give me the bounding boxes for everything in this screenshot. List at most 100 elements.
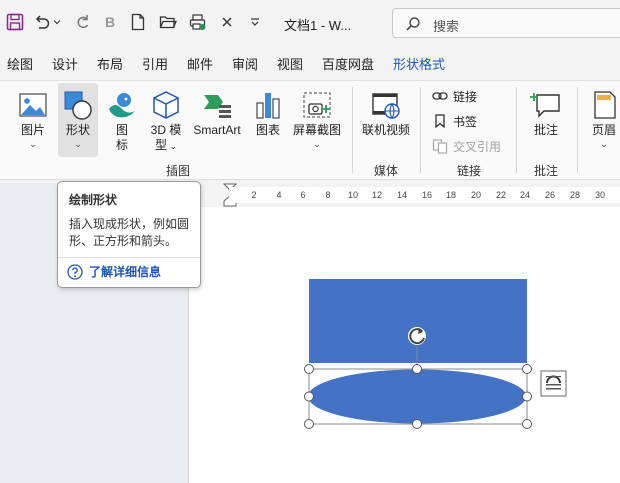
3d-models-button[interactable]: 3D 模型 ⌄ xyxy=(144,83,188,157)
ruler-number: 22 xyxy=(495,190,507,200)
tab-draw[interactable]: 绘图 xyxy=(7,54,33,73)
tab-mailings[interactable]: 邮件 xyxy=(187,54,213,73)
tab-references[interactable]: 引用 xyxy=(142,54,168,73)
tooltip-description: 插入现成形状，例如圆形、正方形和箭头。 xyxy=(69,217,190,248)
tooltip-divider xyxy=(58,257,200,258)
ruler-number: 14 xyxy=(396,190,408,200)
bold-icon[interactable]: B xyxy=(100,12,120,32)
chart-label: 图表 xyxy=(255,123,280,137)
document-page[interactable] xyxy=(189,207,620,483)
comment-group-label: 批注 xyxy=(534,164,559,178)
icons-icon xyxy=(109,93,135,118)
help-icon xyxy=(67,263,83,280)
horizontal-ruler[interactable]: 2 4 6 8 10 12 14 16 18 20 22 24 26 28 30 xyxy=(189,183,620,207)
online-video-icon xyxy=(372,93,400,119)
group-separator xyxy=(420,87,421,173)
comment-icon xyxy=(530,93,560,118)
cross-reference-icon xyxy=(432,139,448,154)
ribbon-tabs: 绘图 设计 布局 引用 邮件 审阅 视图 百度网盘 形状格式 xyxy=(0,50,620,76)
ruler-number: 28 xyxy=(569,190,581,200)
comment-button[interactable]: 批注 xyxy=(524,83,568,157)
tab-shape-format[interactable]: 形状格式 xyxy=(393,54,445,73)
header-icon xyxy=(594,91,616,119)
ruler-number: 26 xyxy=(544,190,556,200)
smartart-label: SmartArt xyxy=(193,123,241,137)
cross-reference-button[interactable]: 交叉引用 xyxy=(432,135,501,157)
ellipse-shape[interactable] xyxy=(308,369,526,424)
ruler-number: 16 xyxy=(421,190,433,200)
picture-icon xyxy=(19,93,47,117)
ruler-number: 18 xyxy=(445,190,457,200)
icons-button[interactable]: 图标 xyxy=(104,83,140,157)
online-video-button[interactable]: 联机视频 xyxy=(358,83,414,157)
new-document-icon[interactable] xyxy=(128,12,148,32)
online-video-label: 联机视频 xyxy=(361,123,410,137)
bookmark-label: 书签 xyxy=(453,114,478,129)
ruler-number: 6 xyxy=(300,190,306,200)
save-icon[interactable] xyxy=(5,12,25,32)
ruler-number: 24 xyxy=(519,190,531,200)
ruler-number: 12 xyxy=(371,190,383,200)
search-placeholder: 搜索 xyxy=(433,19,460,34)
ribbon: 图片 ⌄ 形状 ⌄ 图标 3D 模型 ⌄ SmartArt 图表 屏幕截图 ⌄ 插图 … xyxy=(0,80,620,180)
tab-layout[interactable]: 布局 xyxy=(97,54,123,73)
shapes-icon xyxy=(64,91,92,120)
header-label: 页眉 xyxy=(591,123,616,137)
picture-label: 图片 xyxy=(20,123,45,137)
ruler-number: 8 xyxy=(325,190,331,200)
smartart-icon xyxy=(204,95,231,118)
learn-more-link[interactable]: 了解详细信息 xyxy=(67,263,161,280)
rotate-handle-icon[interactable] xyxy=(408,327,426,345)
3d-models-label-line2: 型 xyxy=(154,138,167,152)
tooltip-title: 绘制形状 xyxy=(69,193,118,207)
open-folder-icon[interactable] xyxy=(158,12,178,32)
bookmark-button[interactable]: 书签 xyxy=(432,110,477,132)
comment-label: 批注 xyxy=(533,123,558,137)
svg-text:B: B xyxy=(105,14,115,30)
ruler-number: 2 xyxy=(251,190,257,200)
header-button[interactable]: 页眉 ⌄ xyxy=(586,83,620,157)
insert-group-label: 插图 xyxy=(166,164,191,178)
link-button[interactable]: 链接 xyxy=(432,85,477,107)
tab-review[interactable]: 审阅 xyxy=(232,54,258,73)
undo-dropdown-icon[interactable] xyxy=(51,12,63,32)
link-icon xyxy=(432,92,448,100)
screenshot-icon xyxy=(303,92,331,118)
redo-icon[interactable] xyxy=(72,12,92,32)
undo-icon[interactable] xyxy=(32,12,52,32)
link-label: 链接 xyxy=(453,89,478,104)
rectangle-shape[interactable] xyxy=(309,279,527,363)
print-preview-icon[interactable] xyxy=(188,12,208,32)
chart-button[interactable]: 图表 xyxy=(250,83,286,157)
group-separator xyxy=(577,87,578,173)
group-separator xyxy=(352,87,353,173)
search-box[interactable]: 搜索 xyxy=(392,8,620,38)
tab-view[interactable]: 视图 xyxy=(277,54,303,73)
group-separator xyxy=(516,87,517,173)
customize-toolbar-icon[interactable] xyxy=(245,12,265,32)
chart-icon xyxy=(256,93,280,119)
ruler-number: 4 xyxy=(276,190,282,200)
learn-more-label: 了解详细信息 xyxy=(89,265,162,279)
shapes-label: 形状 xyxy=(65,123,90,137)
close-icon[interactable] xyxy=(217,12,237,32)
screenshot-label: 屏幕截图 xyxy=(292,123,341,137)
media-group-label: 媒体 xyxy=(374,164,399,178)
document-title: 文档1 - W... xyxy=(284,18,352,33)
cross-reference-label: 交叉引用 xyxy=(453,139,502,154)
icons-label-line2: 标 xyxy=(115,138,128,152)
shapes-button[interactable]: 形状 ⌄ xyxy=(58,83,98,157)
ruler-number: 10 xyxy=(347,190,359,200)
smartart-button[interactable]: SmartArt xyxy=(190,83,244,157)
icons-label-line1: 图 xyxy=(115,123,128,137)
title-bar: B 文档1 - W... 搜索 xyxy=(0,0,620,46)
ruler-number: 20 xyxy=(470,190,482,200)
picture-button[interactable]: 图片 ⌄ xyxy=(12,83,54,157)
tab-design[interactable]: 设计 xyxy=(52,54,78,73)
tab-baidu-netdisk[interactable]: 百度网盘 xyxy=(322,54,374,73)
search-icon xyxy=(406,17,420,31)
shapes-tooltip: 绘制形状 插入现成形状，例如圆形、正方形和箭头。 了解详细信息 xyxy=(57,181,201,288)
3d-models-label-line1: 3D 模 xyxy=(150,123,182,137)
screenshot-button[interactable]: 屏幕截图 ⌄ xyxy=(290,83,344,157)
layout-options-icon[interactable] xyxy=(540,370,567,397)
